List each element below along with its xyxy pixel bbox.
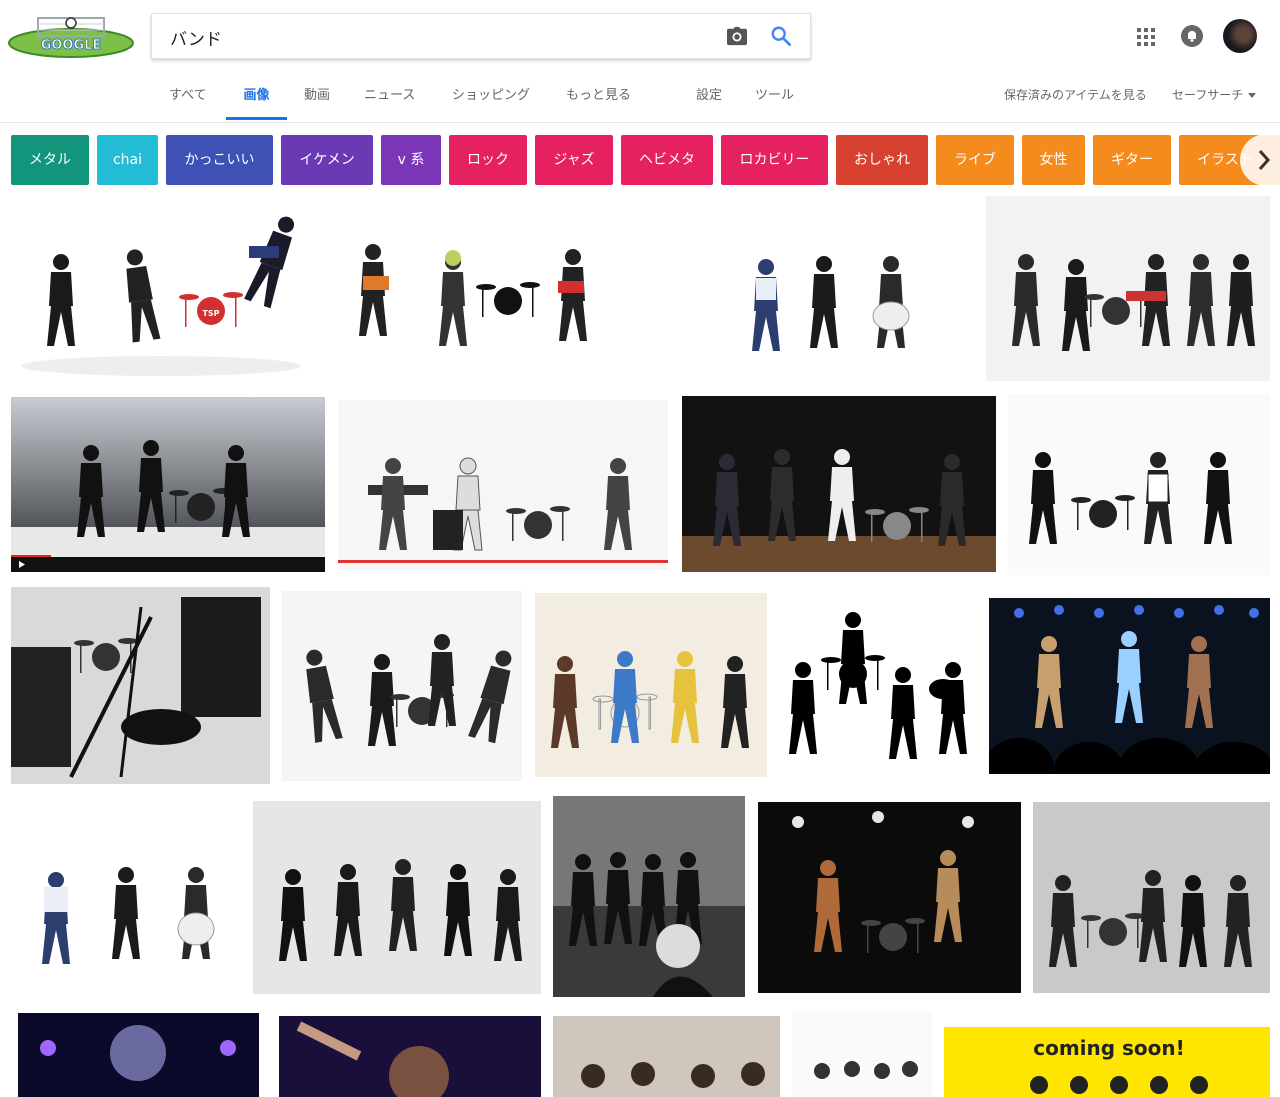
image-result[interactable] [1033,802,1270,993]
image-result[interactable] [726,196,954,381]
band-video-thumbnail [11,397,325,572]
svg-text:GOOGLE: GOOGLE [41,38,102,53]
image-result[interactable] [989,598,1270,774]
band-photo [682,396,996,572]
chip-rock[interactable]: ロック [449,135,527,185]
coming-soon-text: coming soon! [1033,1036,1185,1060]
account-avatar[interactable] [1223,19,1257,53]
stage-photo [18,1013,259,1097]
stage-equipment-photo [11,587,270,784]
chip-guitar[interactable]: ギター [1093,135,1171,185]
band-photo [792,1011,932,1097]
notifications-bell-icon[interactable] [1180,24,1204,48]
chip-chai[interactable]: chai [97,135,158,185]
band-photo [282,591,522,781]
chip-rockabilly[interactable]: ロカビリー [721,135,828,185]
image-result[interactable] [535,593,767,777]
band-photo [553,796,745,997]
search-icon[interactable] [770,25,792,47]
apps-grid-icon[interactable] [1137,28,1155,46]
tab-videos[interactable]: 動画 [304,70,330,120]
tab-all[interactable]: すべて [169,70,207,120]
tab-news[interactable]: ニュース [364,70,415,120]
image-result[interactable] [1008,394,1270,575]
tab-images[interactable]: 画像 [226,70,287,120]
image-result[interactable] [11,587,270,784]
image-result[interactable] [758,802,1021,993]
image-result[interactable] [792,1011,932,1097]
band-photo [338,400,668,570]
image-result[interactable] [18,1013,259,1097]
image-result[interactable] [11,397,325,572]
image-result[interactable] [338,400,668,570]
live-concert-photo [989,598,1270,774]
vocalist-photo [279,1016,541,1097]
chip-vkei[interactable]: v 系 [381,135,441,185]
image-result[interactable] [553,796,745,997]
band-photo [333,196,651,381]
image-result[interactable] [778,594,978,781]
band-silhouette [778,594,978,781]
saved-items-link[interactable]: 保存済みのアイテムを見る [1004,70,1147,120]
band-photo [1008,394,1270,575]
live-concert-photo [758,802,1021,993]
image-result[interactable] [553,1016,780,1097]
band-photo [986,196,1270,381]
chip-female[interactable]: 女性 [1022,135,1085,185]
image-result[interactable] [986,196,1270,381]
tab-more[interactable]: もっと見る [566,70,631,120]
chip-ikemen[interactable]: イケメン [281,135,373,185]
chip-oshare[interactable]: おしゃれ [836,135,928,185]
image-result[interactable] [682,396,996,572]
band-photo [11,799,241,995]
chip-hebimeta[interactable]: ヘビメタ [621,135,713,185]
chip-live[interactable]: ライブ [936,135,1014,185]
band-photo [726,196,954,381]
tab-shopping[interactable]: ショッピング [452,70,530,120]
band-photo [553,1016,780,1097]
tab-tools[interactable]: ツール [755,70,794,120]
safesearch-dropdown[interactable]: セーフサーチ [1172,70,1257,120]
coming-soon-banner: coming soon! [944,1027,1270,1097]
safesearch-label: セーフサーチ [1172,88,1244,102]
image-result[interactable] [11,799,241,995]
google-doodle-logo[interactable]: GOOGLE [8,16,134,58]
search-input[interactable] [168,14,712,60]
band-photo [1033,802,1270,993]
image-result[interactable] [282,591,522,781]
chip-kakkoii[interactable]: かっこいい [166,135,273,185]
image-result[interactable] [333,196,651,381]
tab-settings[interactable]: 設定 [696,70,722,120]
drum-logo-text: TSP [202,309,219,318]
image-result[interactable] [253,801,541,994]
image-result[interactable] [279,1016,541,1097]
image-result[interactable]: TSP [11,196,308,381]
illustrated-band-photo [535,593,767,777]
caret-down-icon [1248,93,1257,98]
band-photo [253,801,541,994]
chip-metal[interactable]: メタル [11,135,89,185]
camera-icon[interactable] [726,26,748,46]
image-result[interactable]: coming soon! [944,1027,1270,1097]
band-photo: TSP [11,196,308,381]
chip-jazz[interactable]: ジャズ [535,135,613,185]
search-tabs-bar: すべて 画像 動画 ニュース ショッピング もっと見る 設定 ツール 保存済みの… [0,70,1280,123]
search-box[interactable] [151,13,811,60]
